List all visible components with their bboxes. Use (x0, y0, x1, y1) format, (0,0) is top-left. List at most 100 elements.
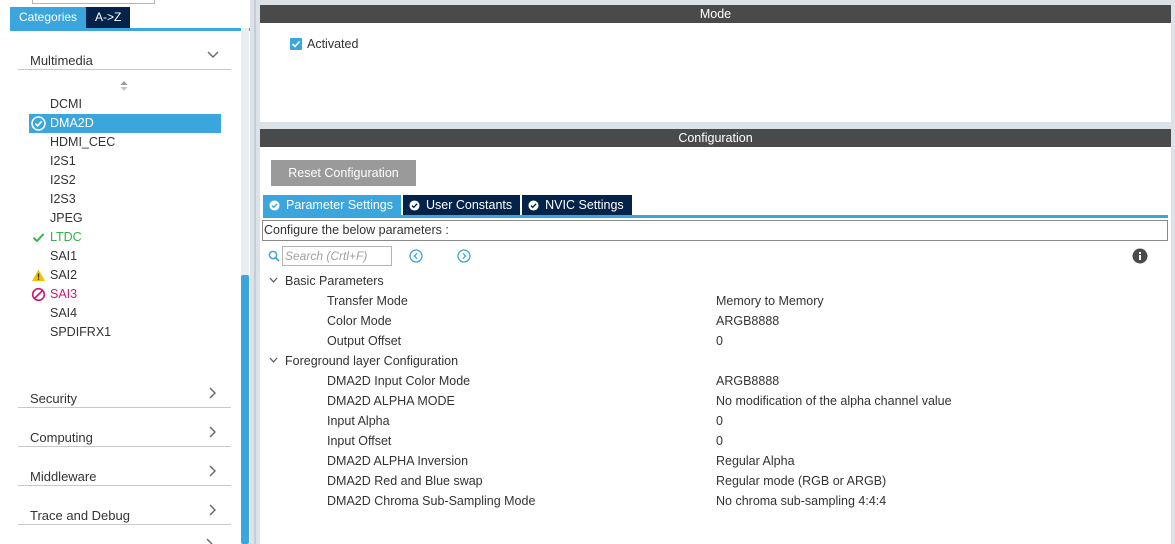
peripheral-item[interactable]: I2S1 (29, 152, 221, 171)
parameter-row[interactable]: Input Offset 0 (260, 431, 1165, 451)
parameter-row[interactable]: DMA2D ALPHA MODE No modification of the a… (260, 391, 1165, 411)
mode-panel: Mode Activated (260, 5, 1171, 122)
parameter-name: DMA2D ALPHA MODE (327, 394, 455, 408)
peripheral-item[interactable]: HDMI_CEC (29, 133, 221, 152)
tab-parameter-settings[interactable]: Parameter Settings (263, 195, 401, 215)
check-circle-icon (409, 199, 420, 211)
configuration-title: Configuration (260, 129, 1171, 147)
peripheral-item[interactable]: I2S2 (29, 171, 221, 190)
tab-underline (263, 215, 1168, 218)
tab-user-constants[interactable]: User Constants (403, 195, 521, 215)
parameter-row[interactable]: DMA2D ALPHA Inversion Regular Alpha (260, 451, 1165, 471)
parameter-name: Output Offset (327, 334, 402, 348)
parameter-value: ARGB8888 (716, 314, 780, 328)
peripheral-label: LTDC (50, 230, 82, 244)
peripheral-label: I2S3 (50, 192, 76, 206)
tab-a-to-z[interactable]: A->Z (86, 7, 131, 28)
parameter-row[interactable]: Output Offset 0 (260, 331, 1165, 351)
parameter-value: ARGB8888 (716, 374, 780, 388)
tab-label: Parameter Settings (286, 198, 393, 212)
category-label: Trace and Debug (30, 508, 130, 523)
activated-checkbox[interactable] (290, 38, 302, 50)
right-edge (1171, 0, 1175, 544)
category-middleware[interactable]: Middleware (18, 456, 231, 486)
peripheral-label: SAI4 (50, 306, 78, 320)
parameter-row[interactable]: DMA2D Input Color Mode ARGB8888 (260, 371, 1165, 391)
configuration-panel: Configuration Reset Configuration Parame… (260, 129, 1171, 544)
check-circle-icon (31, 116, 46, 131)
peripheral-label: SAI1 (50, 249, 78, 263)
chevron-right-icon (209, 426, 216, 438)
peripheral-label: SAI2 (50, 268, 78, 282)
category-label: Security (30, 391, 77, 406)
category-trace-and-debug[interactable]: Trace and Debug (18, 495, 231, 525)
parameter-name: Transfer Mode (327, 294, 408, 308)
parameter-value: No chroma sub-sampling 4:4:4 (716, 494, 887, 508)
tab-nvic-settings[interactable]: NVIC Settings (522, 195, 632, 215)
chevron-right-icon (209, 465, 216, 477)
parameter-row[interactable]: Input Alpha 0 (260, 411, 1165, 431)
tab-label: User Constants (426, 198, 513, 212)
parameter-name: Input Alpha (327, 414, 390, 428)
parameter-value: 0 (716, 334, 723, 348)
parameter-row[interactable]: DMA2D Red and Blue swap Regular mode (RGB… (260, 471, 1165, 491)
info-icon[interactable] (1132, 248, 1148, 264)
parameter-row[interactable]: Transfer Mode Memory to Memory (260, 291, 1165, 311)
parameter-row[interactable]: Color Mode ARGB8888 (260, 311, 1165, 331)
search-icon (268, 250, 280, 262)
category-multimedia[interactable]: Multimedia (18, 40, 231, 70)
check-circle-icon (528, 199, 539, 211)
configuration-tabs: Parameter Settings User Constants NVIC S… (263, 195, 634, 215)
parameter-name: DMA2D Input Color Mode (327, 374, 471, 388)
peripheral-item[interactable]: SAI3 (29, 285, 221, 304)
peripheral-item[interactable]: SPDIFRX1 (29, 323, 221, 342)
parameter-value: Regular mode (RGB or ARGB) (716, 474, 887, 488)
parameter-name: DMA2D Chroma Sub-Sampling Mode (327, 494, 536, 508)
category-security[interactable]: Security (18, 378, 231, 408)
prohibited-icon (31, 287, 46, 302)
parameter-row[interactable]: DMA2D Chroma Sub-Sampling Mode No chroma … (260, 491, 1165, 511)
category-search-input[interactable] (32, 0, 155, 4)
peripheral-label: SAI3 (50, 287, 78, 301)
parameter-group[interactable]: Foreground layer Configuration (260, 351, 1165, 371)
parameter-value: 0 (716, 414, 723, 428)
sort-icon[interactable] (119, 80, 129, 92)
peripheral-item[interactable]: JPEG (29, 209, 221, 228)
peripheral-item[interactable]: I2S3 (29, 190, 221, 209)
peripheral-item[interactable]: SAI1 (29, 247, 221, 266)
group-label: Foreground layer Configuration (285, 354, 459, 368)
activated-checkbox-row[interactable]: Activated (290, 37, 358, 51)
parameter-group[interactable]: Basic Parameters (260, 271, 1165, 291)
parameter-value: Regular Alpha (716, 454, 795, 468)
peripheral-item[interactable]: SAI4 (29, 304, 221, 323)
category-computing[interactable]: Computing (18, 417, 231, 447)
peripheral-item[interactable]: DMA2D (29, 114, 221, 133)
peripheral-item[interactable]: SAI2 (29, 266, 221, 285)
reset-configuration-button[interactable]: Reset Configuration (271, 160, 416, 186)
chevron-down-icon (269, 277, 278, 283)
peripheral-label: HDMI_CEC (50, 135, 116, 149)
category-tabs: Categories A->Z (10, 7, 131, 28)
check-circle-icon (269, 199, 280, 211)
tab-categories[interactable]: Categories (10, 7, 87, 28)
next-match-icon[interactable] (457, 249, 471, 263)
splitter-line (254, 0, 256, 544)
peripheral-item[interactable]: DCMI (29, 95, 221, 114)
parameter-search (268, 246, 392, 266)
peripheral-item[interactable]: LTDC (29, 228, 221, 247)
previous-match-icon[interactable] (409, 249, 423, 263)
chevron-right-icon (209, 504, 216, 516)
chevron-right-icon (209, 387, 216, 399)
peripheral-label: DCMI (50, 97, 82, 111)
parameter-value: No modification of the alpha channel val… (716, 394, 952, 408)
parameter-search-input[interactable] (282, 246, 392, 266)
checkmark-icon (291, 40, 301, 48)
parameter-name: Input Offset (327, 434, 392, 448)
peripheral-label: I2S2 (50, 173, 76, 187)
parameters-hint: Configure the below parameters : (262, 220, 1168, 241)
peripheral-list: DCMI DMA2D HDMI_CEC I2S1 I2S2 I2S3 JPEG LTDC SAI… (29, 95, 221, 342)
category-label: Computing (30, 430, 93, 445)
tab-underline (10, 28, 250, 31)
activated-label: Activated (307, 37, 359, 51)
category-scrollbar-thumb[interactable] (241, 275, 249, 544)
